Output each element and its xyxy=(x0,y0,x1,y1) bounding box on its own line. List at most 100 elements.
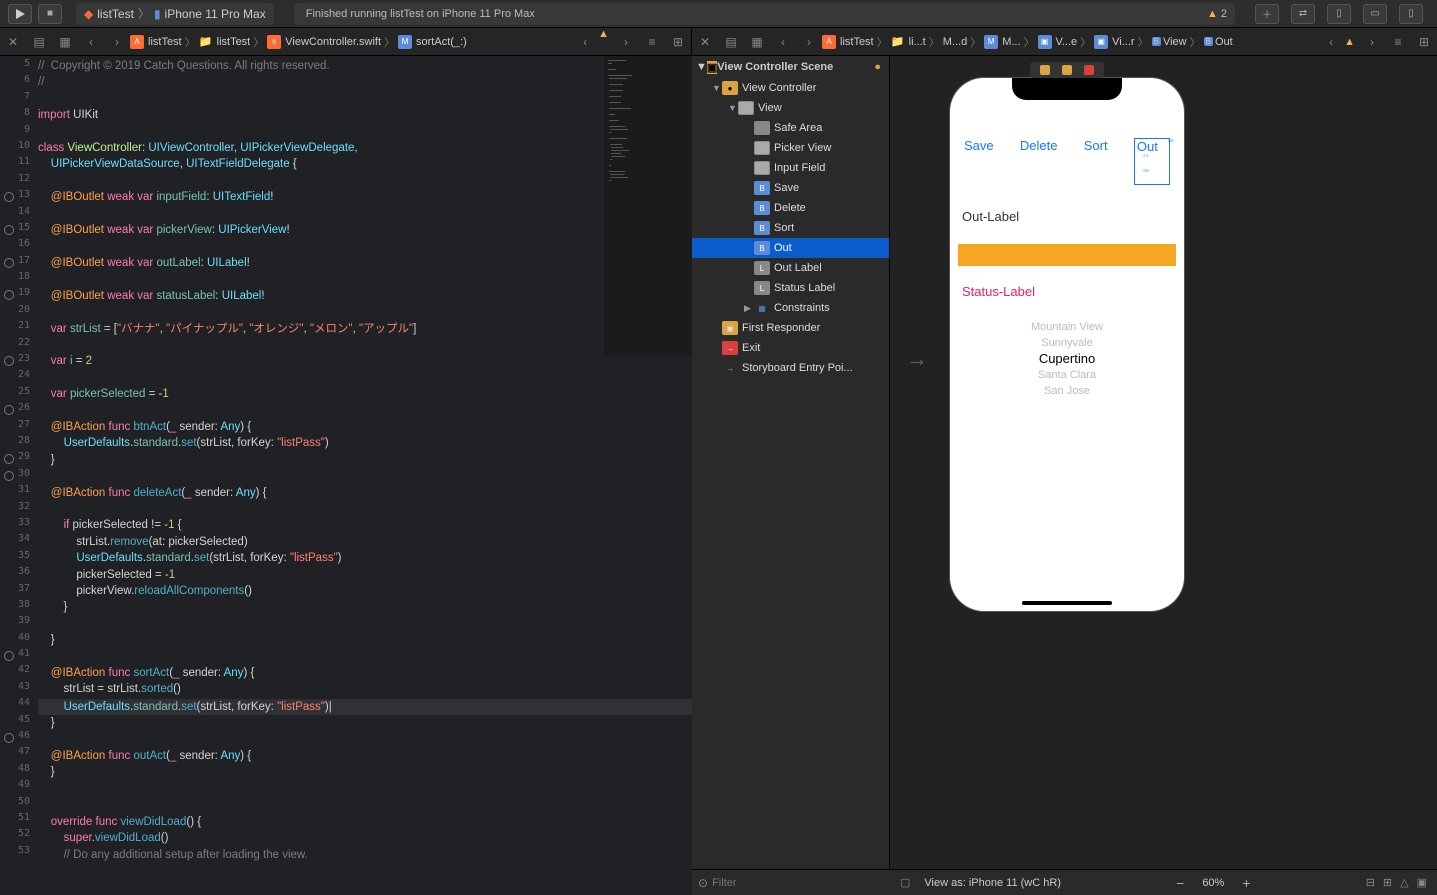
align-icon[interactable]: ⊟ xyxy=(1366,876,1375,889)
minimap[interactable]: ▬▬▬▬▬▬▬▬▬▬▬▬▬▬▬▬▬▬▬▬▬▬▬▬▬▬▬ ▬▬▬▬▬▬▬▬▬ ▬▬… xyxy=(604,56,692,356)
code-area[interactable]: // Copyright © 2019 Catch Questions. All… xyxy=(38,56,692,895)
outline-item[interactable]: Picker View xyxy=(692,138,889,158)
issue-next-right-icon[interactable]: › xyxy=(1359,28,1385,56)
adjust-editor-right-icon[interactable]: ≡ xyxy=(1385,28,1411,56)
swift-file-icon: s xyxy=(267,35,281,49)
out-label-preview[interactable]: Out-Label xyxy=(962,209,1172,224)
close-tab-right-icon[interactable]: ✕ xyxy=(692,28,718,56)
outline-item[interactable]: Safe Area xyxy=(692,118,889,138)
button-row: Save Delete Sort Out ◦◦◦◦ ◦◦◦◦ xyxy=(962,138,1172,185)
button-type-icon: B xyxy=(1152,37,1161,46)
related-items-right-icon[interactable]: ▤ xyxy=(718,28,744,56)
add-editor-right-icon[interactable]: ⊞ xyxy=(1411,28,1437,56)
sort-button-preview[interactable]: Sort xyxy=(1084,138,1108,185)
main-split: 5678910111213141516171819202122232425262… xyxy=(0,56,1437,895)
outline-item[interactable]: BSort xyxy=(692,218,889,238)
outline-item[interactable]: ▼●View Controller xyxy=(692,78,889,98)
zoom-level[interactable]: 60% xyxy=(1202,877,1224,889)
filter-icon: ⊙ xyxy=(698,876,708,890)
device-icon: ▮ xyxy=(154,7,161,21)
nav-back-right-icon[interactable]: ‹ xyxy=(770,28,796,56)
pin-icon[interactable]: ⊞ xyxy=(1383,876,1392,889)
embed-icon[interactable]: ▣ xyxy=(1417,876,1427,889)
outline-item[interactable]: →Exit xyxy=(692,338,889,358)
exit-dock-icon[interactable] xyxy=(1084,65,1094,75)
outline-item[interactable]: ▣First Responder xyxy=(692,318,889,338)
home-indicator xyxy=(1022,601,1112,605)
adjust-editor-icon[interactable]: ≡ xyxy=(639,28,665,56)
nav-grid-right-icon[interactable]: ▦ xyxy=(744,28,770,56)
warning-icon: ▲ xyxy=(1207,8,1218,20)
ib-canvas[interactable]: → Save Delete Sort xyxy=(890,56,1437,869)
breadcrumb-left[interactable]: AlistTest 〉 📁listTest 〉 sViewController.… xyxy=(130,34,467,50)
code-editor[interactable]: 5678910111213141516171819202122232425262… xyxy=(0,56,692,895)
outline-item[interactable]: BSave xyxy=(692,178,889,198)
main-toolbar: ■ ◆ listTest 〉 ▮ iPhone 11 Pro Max Finis… xyxy=(0,0,1437,28)
scheme-target: listTest xyxy=(97,7,134,21)
zoom-out-button[interactable]: − xyxy=(1172,875,1188,891)
outline-item[interactable]: ▶▦Constraints xyxy=(692,298,889,318)
nav-forward-icon[interactable]: › xyxy=(104,28,130,56)
outline-item[interactable]: BDelete xyxy=(692,198,889,218)
panel-bottom-button[interactable]: ▭ xyxy=(1363,4,1387,24)
library-button[interactable]: ＋ xyxy=(1255,4,1279,24)
device-config-icon[interactable]: ▢ xyxy=(900,876,910,889)
vc-dock-icon[interactable] xyxy=(1040,65,1050,75)
issue-next-icon[interactable]: › xyxy=(613,28,639,56)
outline-item[interactable]: Input Field xyxy=(692,158,889,178)
outline-item[interactable]: LOut Label xyxy=(692,258,889,278)
panel-right-button[interactable]: ▯ xyxy=(1399,4,1423,24)
jump-bar: ✕ ▤ ▦ ‹ › AlistTest 〉 📁listTest 〉 sViewC… xyxy=(0,28,1437,56)
close-tab-icon[interactable]: ✕ xyxy=(0,28,26,56)
nav-back-icon[interactable]: ‹ xyxy=(78,28,104,56)
canvas-footer: ▢ View as: iPhone 11 (wC hR) − 60% + ⊟ ⊞… xyxy=(890,869,1437,895)
picker-view-preview[interactable]: Mountain ViewSunnyvaleCupertinoSanta Cla… xyxy=(962,319,1172,399)
issue-prev-right-icon[interactable]: ‹ xyxy=(1318,28,1344,56)
zoom-in-button[interactable]: + xyxy=(1238,875,1254,891)
resolve-icon[interactable]: △ xyxy=(1400,876,1408,889)
status-text: Finished running listTest on iPhone 11 P… xyxy=(306,8,535,20)
chevron-right-icon: 〉 xyxy=(138,5,150,22)
line-gutter[interactable]: 5678910111213141516171819202122232425262… xyxy=(0,56,38,895)
breadcrumb-right[interactable]: AlistTest 〉📁li...t 〉M...d 〉MM... 〉▣V...e… xyxy=(822,34,1318,50)
outline-item[interactable]: BOut xyxy=(692,238,889,258)
folder-icon: 📁 xyxy=(891,35,905,49)
outline-scene-header[interactable]: ▼ ▣ View Controller Scene ● xyxy=(692,56,889,78)
outline-item[interactable]: →Storyboard Entry Poi... xyxy=(692,358,889,378)
warning-icon-small: ▲ xyxy=(1344,36,1355,48)
issue-prev-icon[interactable]: ‹ xyxy=(572,28,598,56)
outline-filter-bar: ⊙ xyxy=(692,869,890,895)
input-field-preview[interactable] xyxy=(958,244,1176,266)
scheme-selector[interactable]: ◆ listTest 〉 ▮ iPhone 11 Pro Max xyxy=(76,3,274,25)
nav-grid-icon[interactable]: ▦ xyxy=(52,28,78,56)
add-editor-icon[interactable]: ⊞ xyxy=(665,28,691,56)
status-label-preview[interactable]: Status-Label xyxy=(962,284,1172,299)
code-review-button[interactable]: ⇄ xyxy=(1291,4,1315,24)
document-outline[interactable]: ▼ ▣ View Controller Scene ● ▼●View Contr… xyxy=(692,56,890,869)
panel-left-button[interactable]: ▯ xyxy=(1327,4,1351,24)
save-button-preview[interactable]: Save xyxy=(964,138,994,185)
stop-button[interactable]: ■ xyxy=(38,4,62,24)
warning-count: 2 xyxy=(1221,8,1227,20)
scene-dock[interactable] xyxy=(1030,62,1104,78)
run-button[interactable] xyxy=(8,4,32,24)
view-as-label[interactable]: View as: iPhone 11 (wC hR) xyxy=(924,877,1061,889)
filter-input[interactable] xyxy=(708,877,884,889)
outline-item[interactable]: LStatus Label xyxy=(692,278,889,298)
button-type-icon: B xyxy=(1204,37,1213,46)
responder-dock-icon[interactable] xyxy=(1062,65,1072,75)
scene-icon: ▣ xyxy=(1038,35,1052,49)
outline-item[interactable]: ▼View xyxy=(692,98,889,118)
segue-arrow-icon: → xyxy=(906,346,928,372)
out-button-preview[interactable]: Out ◦◦◦◦ ◦◦◦◦ xyxy=(1134,138,1170,185)
app-icon: ◆ xyxy=(84,7,93,21)
method-icon: M xyxy=(398,35,412,49)
swift-icon: A xyxy=(130,35,144,49)
warning-icon-small: ▲ xyxy=(598,28,609,56)
nav-forward-right-icon[interactable]: › xyxy=(796,28,822,56)
delete-button-preview[interactable]: Delete xyxy=(1020,138,1058,185)
device-preview[interactable]: Save Delete Sort Out ◦◦◦◦ ◦◦◦◦ Out-Label xyxy=(950,78,1184,611)
warning-indicator[interactable]: ▲ 2 xyxy=(1207,8,1227,20)
related-items-icon[interactable]: ▤ xyxy=(26,28,52,56)
scene-icon: ▣ xyxy=(707,61,717,74)
